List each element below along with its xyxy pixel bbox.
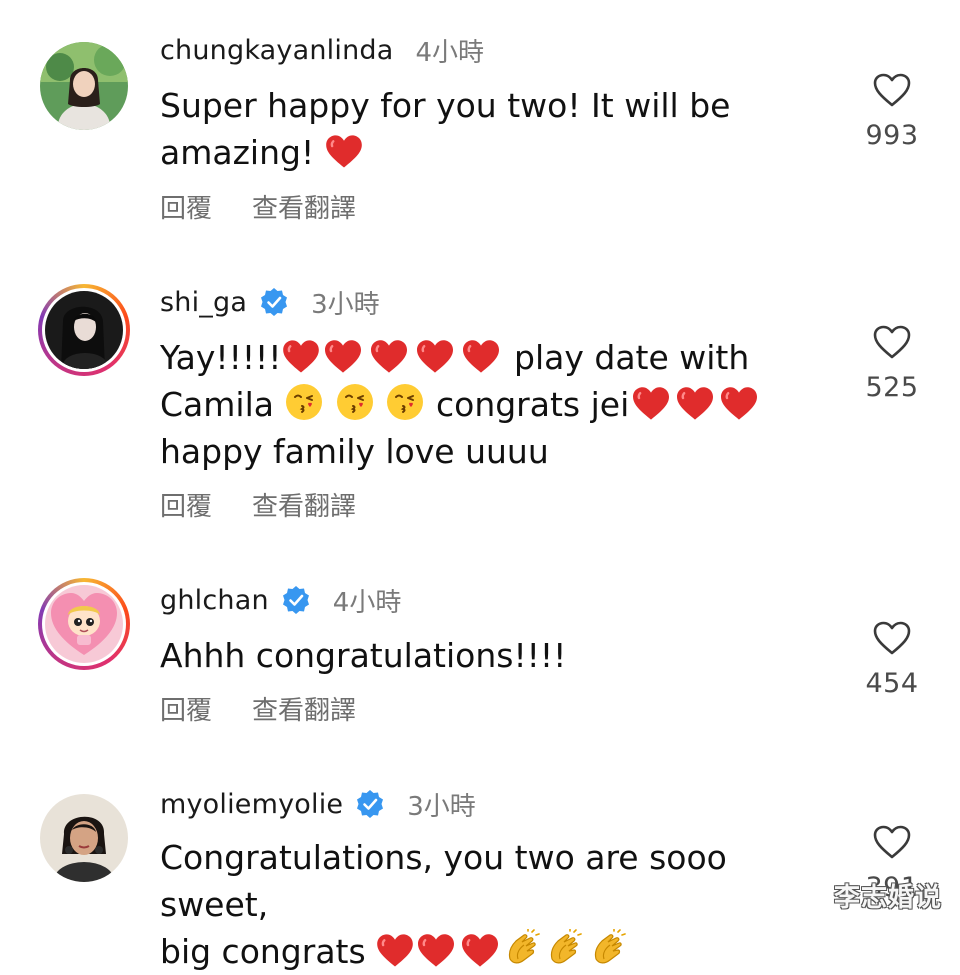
like-section: 525 [862,324,922,403]
kissing-face-emoji-icon [385,382,425,422]
comment-line: Congratulations, you two are sooo sweet, [160,838,727,924]
kissing-face-emoji-icon [335,382,375,422]
timestamp: 4小時 [415,37,485,68]
like-count: 993 [865,120,919,151]
comment-line: Yay!!!!! [160,338,282,377]
avatar-photo-woman-earrings [40,794,128,882]
username[interactable]: chungkayanlinda [160,35,393,66]
avatar-photo-woman-dark [45,291,123,369]
red-heart-emoji-icon [366,339,412,375]
reply-button[interactable]: 回覆 [160,486,212,523]
comment-actions: 回覆 查看翻譯 [160,486,356,523]
heart-outline-icon[interactable] [872,324,912,360]
like-count: 454 [865,668,919,699]
heart-outline-icon[interactable] [872,824,912,860]
comment-meta: myoliemyolie 3小時 [160,784,476,824]
clapping-hands-emoji-icon [502,929,542,969]
timestamp: 3小時 [407,791,476,822]
see-translation-button[interactable]: 查看翻譯 [252,690,356,727]
comment-meta: ghlchan 4小時 [160,580,401,620]
avatar-photo-woman-green-background [40,42,128,130]
username[interactable]: myoliemyolie [160,789,343,820]
comment-actions: 回覆 查看翻譯 [160,690,356,727]
red-heart-emoji-icon [325,134,363,170]
clapping-hands-emoji-icon [542,929,586,969]
red-heart-emoji-icon [673,386,717,422]
timestamp: 3小時 [311,289,380,320]
avatar[interactable] [38,284,130,376]
comment-text: Congratulations, you two are sooo sweet,… [160,834,820,975]
comment-line: congrats jei [435,385,630,424]
verified-badge-icon [355,789,385,819]
avatar[interactable] [38,792,130,884]
see-translation-button[interactable]: 查看翻譯 [252,486,356,523]
comment-text: Super happy for you two! It will be amaz… [160,82,820,176]
red-heart-emoji-icon [412,339,458,375]
comment-line: play date with [514,338,750,377]
see-translation-button[interactable]: 查看翻譯 [252,188,356,225]
reply-button[interactable]: 回覆 [160,690,212,727]
red-heart-emoji-icon [376,933,414,969]
comment-line: Ahhh congratulations!!!! [160,636,567,675]
comment-actions: 回覆 查看翻譯 [160,188,356,225]
comment-line: amazing! [160,133,315,172]
red-heart-emoji-icon [282,339,320,375]
clapping-hands-emoji-icon [586,929,630,969]
red-heart-emoji-icon [458,933,502,969]
reply-button[interactable]: 回覆 [160,188,212,225]
red-heart-emoji-icon [414,933,458,969]
heart-outline-icon[interactable] [872,72,912,108]
comment-line: big congrats [160,932,366,971]
comment-line: happy family love uuuu [160,432,549,471]
comment-line: Super happy for you two! It will be [160,86,731,125]
comment-line: Camila [160,385,274,424]
comment-text: Yay!!!!! play date with Camila congrats … [160,334,820,475]
comment-meta: shi_ga 3小時 [160,282,380,322]
verified-badge-icon [281,585,311,615]
verified-badge-icon [259,287,289,317]
watermark: 李志婚说 [833,883,942,913]
avatar[interactable] [38,40,130,132]
like-section: 993 [862,72,922,151]
avatar-cartoon-character-pink [45,585,123,663]
red-heart-emoji-icon [458,339,504,375]
red-heart-emoji-icon [629,386,673,422]
comment-text: Ahhh congratulations!!!! [160,632,820,679]
username[interactable]: ghlchan [160,585,269,616]
like-section: 454 [862,620,922,699]
like-count: 525 [865,372,919,403]
timestamp: 4小時 [332,587,402,618]
red-heart-emoji-icon [717,386,761,422]
comment-meta: chungkayanlinda 4小時 [160,30,484,70]
avatar[interactable] [38,578,130,670]
red-heart-emoji-icon [320,339,366,375]
kissing-face-emoji-icon [284,382,324,422]
heart-outline-icon[interactable] [872,620,912,656]
username[interactable]: shi_ga [160,287,247,318]
